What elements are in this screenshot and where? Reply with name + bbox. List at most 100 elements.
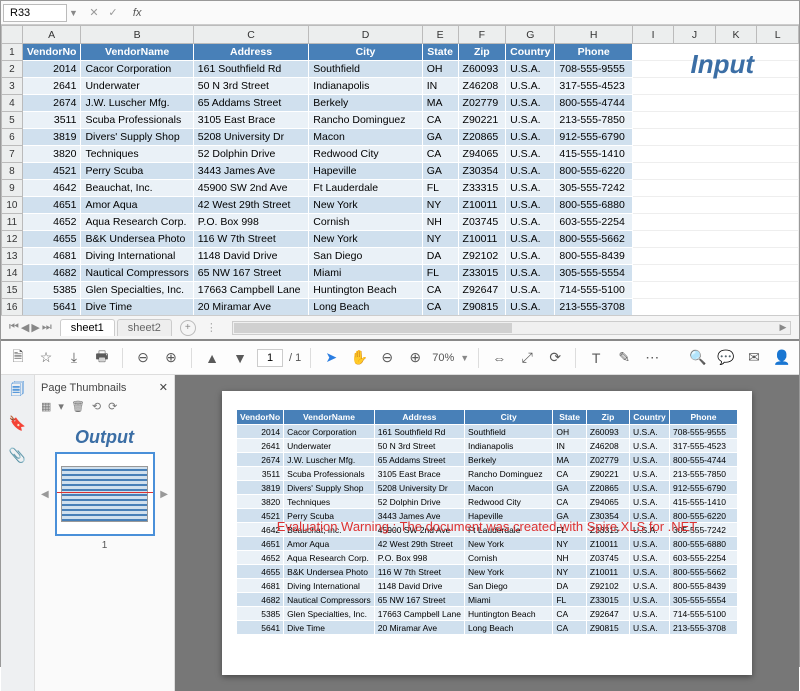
cell[interactable]: Redwood City [309, 146, 422, 163]
close-thumbnails-icon[interactable]: ✕ [159, 381, 168, 394]
page-number-input[interactable] [257, 349, 283, 367]
cell[interactable]: 4642 [22, 180, 81, 197]
cell[interactable]: 52 Dolphin Drive [193, 146, 309, 163]
cell[interactable]: Cornish [309, 214, 422, 231]
cell[interactable]: 4682 [22, 265, 81, 282]
cell[interactable]: 714-555-5100 [555, 282, 633, 299]
cell[interactable]: U.S.A. [506, 197, 555, 214]
row-header[interactable]: 12 [2, 231, 23, 248]
table-header-cell[interactable]: City [309, 44, 422, 61]
cell[interactable]: Rancho Dominguez [309, 112, 422, 129]
text-tool-icon[interactable]: T [585, 347, 607, 369]
cell[interactable]: CA [422, 299, 458, 316]
cell[interactable]: Z10011 [458, 197, 506, 214]
cell[interactable]: CA [422, 146, 458, 163]
tab-first-icon[interactable]: ⏮ [9, 321, 19, 334]
col-header-I[interactable]: I [632, 26, 673, 44]
col-header-J[interactable]: J [674, 26, 715, 44]
cell[interactable]: 5641 [22, 299, 81, 316]
comment-icon[interactable]: 💬 [715, 347, 737, 369]
cell[interactable]: Perry Scuba [81, 163, 193, 180]
cell[interactable]: 305-555-5554 [555, 265, 633, 282]
thumb-rotate-icon[interactable]: ⟲ [92, 400, 101, 413]
cell[interactable]: 800-555-6220 [555, 163, 633, 180]
save-icon[interactable]: ⤓ [63, 347, 85, 369]
cell[interactable]: IN [422, 78, 458, 95]
table-header-cell[interactable]: Zip [458, 44, 506, 61]
cell[interactable]: New York [309, 231, 422, 248]
cell[interactable]: Nautical Compressors [81, 265, 193, 282]
add-sheet-button[interactable]: + [180, 320, 196, 336]
thumb-menu-icon[interactable]: ▾ [58, 400, 64, 413]
cell[interactable]: Z03745 [458, 214, 506, 231]
cell[interactable]: MA [422, 95, 458, 112]
cell[interactable]: J.W. Luscher Mfg. [81, 95, 193, 112]
col-header-C[interactable]: C [193, 26, 309, 44]
cell[interactable]: 213-555-7850 [555, 112, 633, 129]
fit-page-icon[interactable]: ⤢ [516, 347, 538, 369]
cell[interactable]: Long Beach [309, 299, 422, 316]
cell-reference-input[interactable] [3, 4, 67, 22]
cell[interactable]: U.S.A. [506, 265, 555, 282]
cell[interactable]: 17663 Campbell Lane [193, 282, 309, 299]
col-header-H[interactable]: H [555, 26, 633, 44]
cell[interactable]: Diving International [81, 248, 193, 265]
dropdown-icon[interactable]: ▼ [69, 8, 78, 18]
col-header-D[interactable]: D [309, 26, 422, 44]
star-icon[interactable]: ☆ [35, 347, 57, 369]
cell[interactable]: Z92647 [458, 282, 506, 299]
col-header-F[interactable]: F [458, 26, 506, 44]
row-header[interactable]: 10 [2, 197, 23, 214]
cell[interactable]: Glen Specialties, Inc. [81, 282, 193, 299]
row-header[interactable]: 3 [2, 78, 23, 95]
cell[interactable]: Beauchat, Inc. [81, 180, 193, 197]
cell[interactable]: 708-555-9555 [555, 61, 633, 78]
thumbnails-icon[interactable]: 🗐 [8, 381, 28, 401]
cell[interactable]: Scuba Professionals [81, 112, 193, 129]
cell[interactable]: 50 N 3rd Street [193, 78, 309, 95]
cell[interactable]: 305-555-7242 [555, 180, 633, 197]
cell[interactable]: U.S.A. [506, 248, 555, 265]
row-header[interactable]: 15 [2, 282, 23, 299]
cell[interactable]: Z94065 [458, 146, 506, 163]
sheet-tab-2[interactable]: sheet2 [117, 319, 172, 336]
rotate-icon[interactable]: ⟳ [544, 347, 566, 369]
cell[interactable]: 603-555-2254 [555, 214, 633, 231]
cell[interactable]: FL [422, 265, 458, 282]
row-header[interactable]: 8 [2, 163, 23, 180]
cell[interactable]: 3820 [22, 146, 81, 163]
spreadsheet-grid[interactable]: ABCDEFGHIJKL1VendorNoVendorNameAddressCi… [1, 25, 799, 315]
horizontal-scrollbar[interactable]: ◀ ▶ [232, 321, 791, 335]
col-header-B[interactable]: B [81, 26, 193, 44]
cell[interactable]: 800-555-6880 [555, 197, 633, 214]
cell[interactable]: Southfield [309, 61, 422, 78]
cell[interactable]: 3443 James Ave [193, 163, 309, 180]
highlight-icon[interactable]: ✎ [613, 347, 635, 369]
attachment-icon[interactable]: 📎 [8, 445, 28, 465]
sheet-tab-1[interactable]: sheet1 [60, 319, 115, 336]
fit-width-icon[interactable]: ⇔ [488, 347, 510, 369]
print-icon[interactable]: 🖶 [91, 347, 113, 369]
row-header[interactable]: 1 [2, 44, 23, 61]
cell[interactable]: 912-555-6790 [555, 129, 633, 146]
cell[interactable]: Z20865 [458, 129, 506, 146]
thumb-delete-icon[interactable]: 🗑 [71, 400, 85, 413]
cell[interactable]: Huntington Beach [309, 282, 422, 299]
table-header-cell[interactable]: VendorName [81, 44, 193, 61]
row-header[interactable]: 14 [2, 265, 23, 282]
table-header-cell[interactable]: Address [193, 44, 309, 61]
cell[interactable]: 4651 [22, 197, 81, 214]
cell[interactable]: Hapeville [309, 163, 422, 180]
pointer-icon[interactable]: ➤ [320, 347, 342, 369]
table-header-cell[interactable]: State [422, 44, 458, 61]
cell[interactable]: Z60093 [458, 61, 506, 78]
cell[interactable]: 2674 [22, 95, 81, 112]
cell[interactable]: 3511 [22, 112, 81, 129]
col-header-L[interactable]: L [757, 26, 799, 44]
cell[interactable]: Berkely [309, 95, 422, 112]
cell[interactable]: San Diego [309, 248, 422, 265]
cell[interactable]: 4521 [22, 163, 81, 180]
cell[interactable]: Macon [309, 129, 422, 146]
row-header[interactable]: 4 [2, 95, 23, 112]
scroll-right-icon[interactable]: ▶ [776, 322, 790, 333]
